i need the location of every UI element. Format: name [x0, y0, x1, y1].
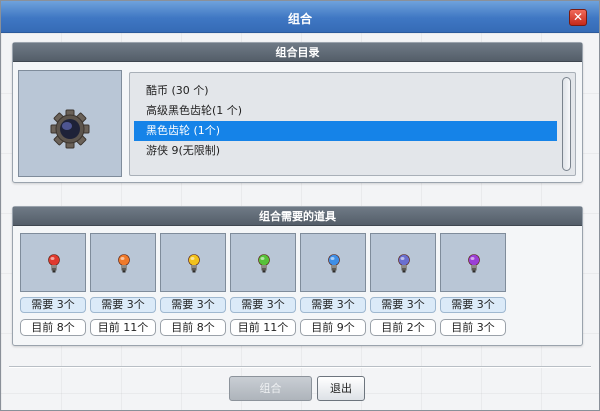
materials-panel: 组合需要的道具 需要 3个 目前 8个 需要 3个 目前 11个 需要 3个 目前 8个需… [12, 206, 583, 346]
material-icon-box[interactable] [160, 233, 226, 292]
yellow-bulb-icon [188, 254, 200, 273]
recipe-item[interactable]: 游侠 9(无限制) [134, 141, 557, 161]
required-count: 需要 3个 [230, 297, 296, 313]
material-icon-box[interactable] [90, 233, 156, 292]
material-slot: 需要 3个目前 11个 [90, 233, 156, 336]
material-slot: 需要 3个目前 3个 [440, 233, 506, 336]
title-bar[interactable]: 组合 ✕ [1, 1, 599, 33]
material-slot: 需要 3个目前 8个 [20, 233, 86, 336]
material-slot: 需要 3个目前 8个 [160, 233, 226, 336]
red-bulb-icon [48, 254, 60, 273]
recipe-item[interactable]: 高级黑色齿轮(1 个) [134, 101, 557, 121]
orange-bulb-icon [118, 254, 130, 273]
item-preview [18, 70, 122, 177]
black-gear-icon [50, 109, 90, 149]
indigo-bulb-icon [398, 254, 410, 273]
close-button[interactable]: ✕ [569, 9, 587, 26]
required-count: 需要 3个 [300, 297, 366, 313]
close-icon: ✕ [572, 10, 584, 24]
required-count: 需要 3个 [90, 297, 156, 313]
recipe-item[interactable]: 酷币 (30 个) [134, 81, 557, 101]
material-slots: 需要 3个 目前 8个 需要 3个 目前 11个 需要 3个 目前 8个 需要 3个 目前 1… [20, 233, 580, 341]
exit-button[interactable]: 退出 [317, 376, 365, 401]
divider [9, 366, 591, 368]
required-count: 需要 3个 [20, 297, 86, 313]
recipe-item-selected[interactable]: 黑色齿轮 (1个) [134, 121, 557, 141]
blue-bulb-icon [328, 254, 340, 273]
materials-header: 组合需要的道具 [13, 207, 582, 226]
required-count: 需要 3个 [370, 297, 436, 313]
recipe-list[interactable]: 酷币 (30 个) 高级黑色齿轮(1 个) 黑色齿轮 (1个) 游侠 9(无限制… [129, 72, 576, 176]
catalog-header: 组合目录 [13, 43, 582, 62]
material-slot: 需要 3个目前 11个 [230, 233, 296, 336]
current-count: 目前 11个 [230, 319, 296, 336]
required-count: 需要 3个 [160, 297, 226, 313]
catalog-panel: 组合目录 酷币 (30 个) 高级黑色齿轮(1 个) 黑色齿轮 (1个) 游侠 … [12, 42, 583, 183]
current-count: 目前 9个 [300, 319, 366, 336]
scroll-thumb[interactable] [562, 77, 571, 171]
current-count: 目前 8个 [160, 319, 226, 336]
list-scrollbar[interactable] [562, 77, 571, 171]
required-count: 需要 3个 [440, 297, 506, 313]
material-icon-box[interactable] [230, 233, 296, 292]
green-bulb-icon [258, 254, 270, 273]
current-count: 目前 3个 [440, 319, 506, 336]
material-slot: 需要 3个目前 2个 [370, 233, 436, 336]
combine-dialog: 组合 ✕ 组合目录 酷币 (30 个) 高级黑色齿轮(1 个) 黑色齿轮 (1个… [0, 0, 600, 411]
current-count: 目前 2个 [370, 319, 436, 336]
material-icon-box[interactable] [20, 233, 86, 292]
material-slot: 需要 3个目前 9个 [300, 233, 366, 336]
material-icon-box[interactable] [300, 233, 366, 292]
combine-button[interactable]: 组合 [229, 376, 312, 401]
window-title: 组合 [287, 12, 312, 26]
current-count: 目前 11个 [90, 319, 156, 336]
current-count: 目前 8个 [20, 319, 86, 336]
material-icon-box[interactable] [440, 233, 506, 292]
purple-bulb-icon [468, 254, 480, 273]
material-icon-box[interactable] [370, 233, 436, 292]
